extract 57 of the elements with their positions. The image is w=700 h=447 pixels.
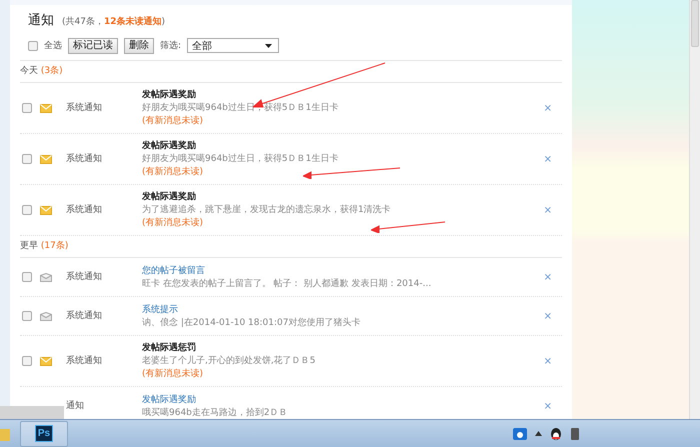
notification-source: 通知 <box>65 400 85 412</box>
notification-source: 系统通知 <box>65 102 103 114</box>
notification-text: 好朋友为哦买噶964b过生日，获得5ＤＢ1生日卡 <box>142 102 338 114</box>
notification-title: 发帖际遇奖励 <box>142 191 196 203</box>
toolbar-button[interactable]: 标记已读 <box>68 38 118 54</box>
select-all-checkbox[interactable] <box>28 40 38 50</box>
page-title: 通知 <box>28 13 54 29</box>
tray-app-icon[interactable] <box>513 428 527 440</box>
notification-link[interactable]: 发帖际遇奖励 <box>142 394 196 406</box>
close-button[interactable]: × <box>540 102 556 114</box>
notification-source: 系统通知 <box>65 310 103 322</box>
overlay-bar <box>0 406 64 419</box>
row-checkbox[interactable] <box>22 205 32 215</box>
row-checkbox[interactable] <box>22 154 32 164</box>
notification-link[interactable]: 系统提示 <box>142 304 178 316</box>
row-checkbox[interactable] <box>22 311 32 321</box>
row-checkbox[interactable] <box>22 103 32 113</box>
photoshop-taskbar-button[interactable]: Ps <box>20 420 68 446</box>
penguin-icon[interactable] <box>550 427 562 440</box>
unread-note: (有新消息未读) <box>142 217 204 229</box>
notification-link[interactable]: 您的帖子被留言 <box>142 264 205 276</box>
group-heading: 更早 (17条) <box>20 241 68 251</box>
close-button[interactable]: × <box>540 154 556 164</box>
toolbar-button[interactable]: 删除 <box>124 38 154 54</box>
notification-text: 旺卡 在您发表的帖子上留言了。 帖子： 别人都通歉 发表日期：2014-... <box>142 278 432 290</box>
notification-text: 好朋友为哦买噶964b过生日，获得5ＤＢ1生日卡 <box>142 153 338 165</box>
notification-title: 发帖际遇奖励 <box>142 89 196 101</box>
select-all-label: 全选 <box>44 40 62 52</box>
notification-source: 系统通知 <box>65 153 103 165</box>
notification-text: 为了逃避追杀，跳下悬崖，发现古龙的遗忘泉水，获得1清洗卡 <box>142 204 391 216</box>
notification-text: 哦买噶964b走在马路边，拾到2ＤＢ <box>142 406 288 418</box>
notification-source: 系统通知 <box>65 355 103 367</box>
close-button[interactable]: × <box>540 400 556 412</box>
unread-note: (有新消息未读) <box>142 115 204 127</box>
close-button[interactable]: × <box>540 204 556 216</box>
filter-label: 筛选: <box>160 40 182 52</box>
notification-title: 发帖际遇惩罚 <box>142 342 196 354</box>
group-heading: 今天 (3条) <box>20 66 63 76</box>
device-icon[interactable] <box>570 428 580 440</box>
folder-icon[interactable] <box>0 426 10 440</box>
scrollbar[interactable] <box>689 0 700 419</box>
show-hidden-icons-icon[interactable] <box>535 431 542 436</box>
row-checkbox[interactable] <box>22 356 32 366</box>
notification-count: (共47条，12条未读通知) <box>62 15 166 29</box>
notification-text: 老婆生了个儿子,开心的到处发饼,花了ＤＢ5 <box>142 355 316 367</box>
close-button[interactable]: × <box>540 310 556 322</box>
notification-source: 系统通知 <box>65 204 103 216</box>
dropdown-caret-icon <box>265 44 272 48</box>
row-checkbox[interactable] <box>22 272 32 282</box>
close-button[interactable]: × <box>540 272 556 282</box>
unread-note: (有新消息未读) <box>142 368 204 380</box>
unread-note: (有新消息未读) <box>142 166 204 178</box>
close-button[interactable]: × <box>540 356 556 366</box>
notification-text: 讷、俍念 |在2014-01-10 18:01:07对您使用了猪头卡 <box>142 316 360 328</box>
filter-dropdown[interactable]: 全部 <box>187 38 280 53</box>
notification-title: 发帖际遇奖励 <box>142 140 196 152</box>
notification-source: 系统通知 <box>65 271 103 283</box>
